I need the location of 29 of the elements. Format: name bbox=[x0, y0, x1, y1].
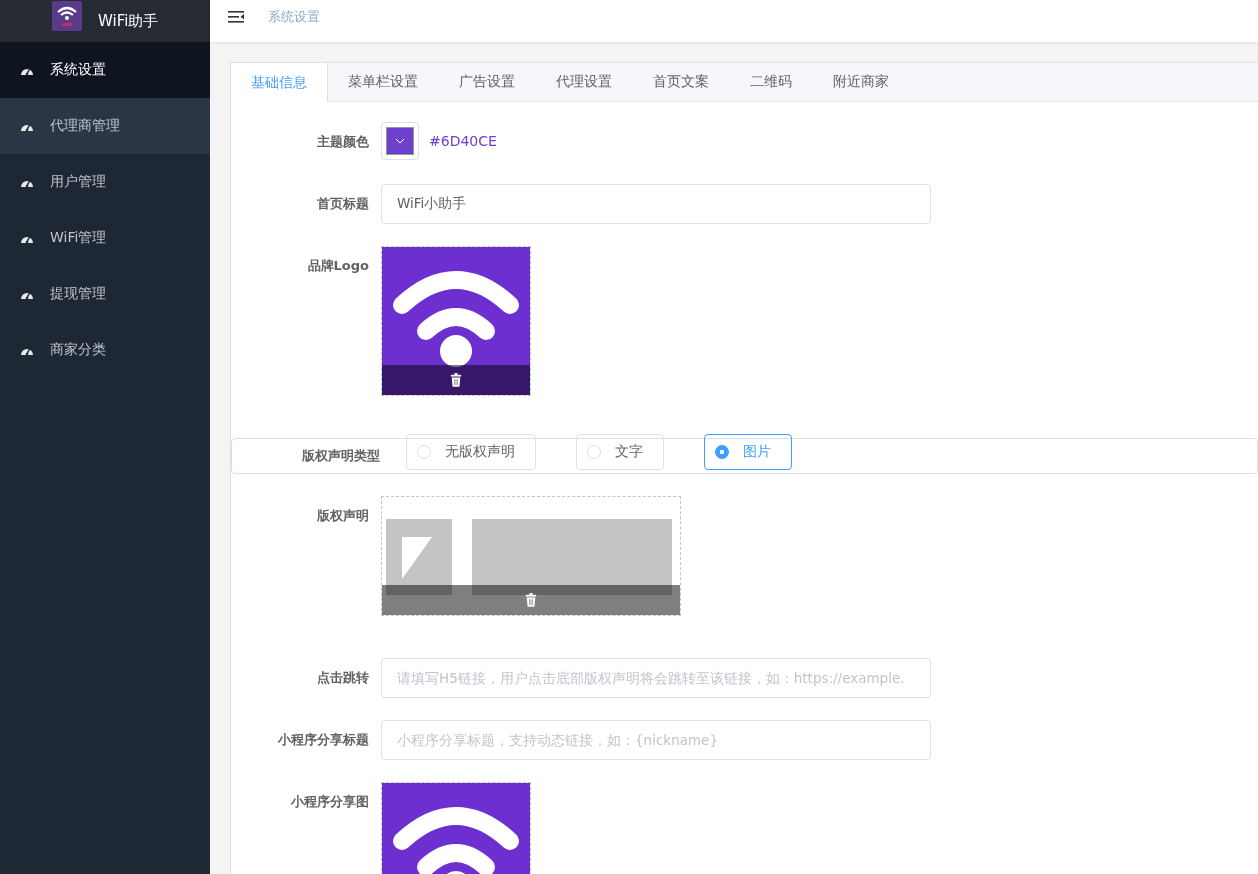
text-input[interactable]: WiFi小助手 bbox=[381, 184, 931, 224]
tab[interactable]: 首页文案 bbox=[633, 63, 730, 101]
text-input[interactable]: 小程序分享标题，支持动态链接，如：{nickname} bbox=[381, 720, 931, 760]
app-title: WiFi助手 bbox=[98, 11, 159, 31]
text-input[interactable]: 请填写H5链接，用户点击底部版权声明将会跳转至该链接，如：https://example. bbox=[381, 658, 931, 698]
tab[interactable]: 代理设置 bbox=[536, 63, 633, 101]
tab[interactable]: 二维码 bbox=[730, 63, 813, 101]
field-label: 版权声明 bbox=[316, 507, 370, 525]
field-label: 小程序分享图 bbox=[290, 793, 370, 811]
color-picker[interactable] bbox=[381, 122, 419, 160]
field-label: 小程序分享标题 bbox=[277, 731, 370, 749]
field-label: 版权声明类型 bbox=[301, 447, 381, 465]
field-label: 点击跳转 bbox=[316, 669, 370, 687]
field-label: 品牌Logo bbox=[306, 257, 370, 275]
trash-icon[interactable] bbox=[450, 373, 462, 387]
tab[interactable]: 附近商家 bbox=[813, 63, 910, 101]
field-label: 主题颜色 bbox=[316, 133, 370, 151]
menu-icon[interactable] bbox=[228, 11, 244, 23]
field-label: 首页标题 bbox=[316, 195, 370, 213]
color-value: #6D40CE bbox=[429, 133, 497, 149]
trash-icon[interactable] bbox=[525, 593, 537, 607]
wifi-logo-icon bbox=[52, 1, 82, 31]
radio-option[interactable]: 无版权声明 bbox=[406, 434, 536, 470]
tab[interactable]: 菜单栏设置 bbox=[328, 63, 439, 101]
sidebar-item[interactable]: 系统设置 bbox=[0, 42, 210, 98]
sidebar-item[interactable]: 代理商管理 bbox=[0, 98, 210, 154]
radio-option[interactable]: 文字 bbox=[576, 434, 664, 470]
chevron-down-icon bbox=[395, 138, 405, 144]
tab[interactable]: 广告设置 bbox=[439, 63, 536, 101]
